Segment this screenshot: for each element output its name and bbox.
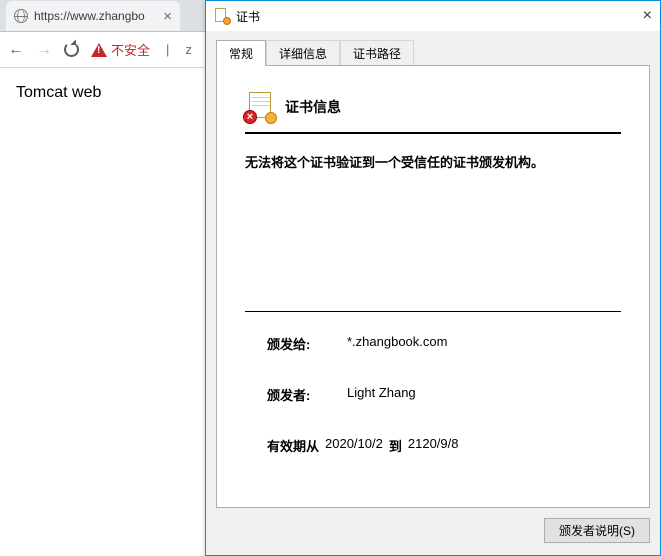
dialog-footer: 颁发者说明(S) bbox=[216, 518, 650, 543]
tab-panel-general: × 证书信息 无法将这个证书验证到一个受信任的证书颁发机构。 颁发给: *.zh… bbox=[216, 65, 650, 508]
cert-warning-message: 无法将这个证书验证到一个受信任的证书颁发机构。 bbox=[245, 152, 621, 171]
issuer-statement-button[interactable]: 颁发者说明(S) bbox=[544, 518, 650, 543]
warning-triangle-icon bbox=[91, 43, 107, 57]
reload-icon[interactable] bbox=[64, 42, 79, 57]
issued-to-value: *.zhangbook.com bbox=[347, 334, 621, 353]
valid-to-value: 2120/9/8 bbox=[408, 436, 459, 455]
seal-badge-icon bbox=[265, 112, 277, 124]
divider bbox=[245, 311, 621, 312]
dialog-title: 证书 bbox=[236, 8, 260, 25]
nav-back-button[interactable]: ← bbox=[8, 42, 24, 58]
globe-icon bbox=[14, 9, 28, 23]
tab-cert-path[interactable]: 证书路径 bbox=[340, 40, 414, 66]
address-divider: | bbox=[166, 42, 169, 57]
valid-from-value: 2020/10/2 bbox=[325, 436, 383, 455]
tab-close-button[interactable]: × bbox=[163, 9, 172, 24]
tab-details[interactable]: 详细信息 bbox=[266, 40, 340, 66]
issuer-value: Light Zhang bbox=[347, 385, 621, 404]
certificate-status-icon: × bbox=[245, 92, 275, 122]
address-fragment: z bbox=[185, 42, 192, 57]
not-secure-label: 不安全 bbox=[111, 40, 150, 59]
issuer-label: 颁发者: bbox=[267, 385, 347, 404]
error-badge-icon: × bbox=[243, 110, 257, 124]
certificate-icon bbox=[214, 8, 230, 24]
security-indicator[interactable]: 不安全 bbox=[91, 40, 150, 59]
certificate-dialog: 证书 × 常规 详细信息 证书路径 × 证书信息 无法将这个证书验证到一个受信任… bbox=[205, 0, 661, 556]
dialog-tabs: 常规 详细信息 证书路径 bbox=[216, 39, 650, 65]
cert-info-header: × 证书信息 bbox=[245, 92, 621, 122]
dialog-client-area: 常规 详细信息 证书路径 × 证书信息 无法将这个证书验证到一个受信任的证书颁发… bbox=[206, 31, 660, 555]
valid-from-label: 有效期从 bbox=[267, 436, 319, 455]
issued-to-label: 颁发给: bbox=[267, 334, 347, 353]
tab-title: https://www.zhangbo bbox=[34, 9, 157, 23]
field-validity: 有效期从 2020/10/2 到 2120/9/8 bbox=[267, 432, 621, 473]
cert-info-title: 证书信息 bbox=[285, 97, 341, 117]
valid-to-label: 到 bbox=[389, 436, 402, 455]
browser-tab[interactable]: https://www.zhangbo × bbox=[6, 1, 180, 31]
dialog-close-button[interactable]: × bbox=[643, 7, 652, 25]
nav-forward-button[interactable]: → bbox=[36, 42, 52, 58]
field-issued-to: 颁发给: *.zhangbook.com bbox=[245, 330, 621, 381]
tab-general[interactable]: 常规 bbox=[216, 40, 266, 66]
divider bbox=[245, 132, 621, 134]
dialog-titlebar[interactable]: 证书 × bbox=[206, 1, 660, 31]
field-issuer: 颁发者: Light Zhang bbox=[245, 381, 621, 432]
